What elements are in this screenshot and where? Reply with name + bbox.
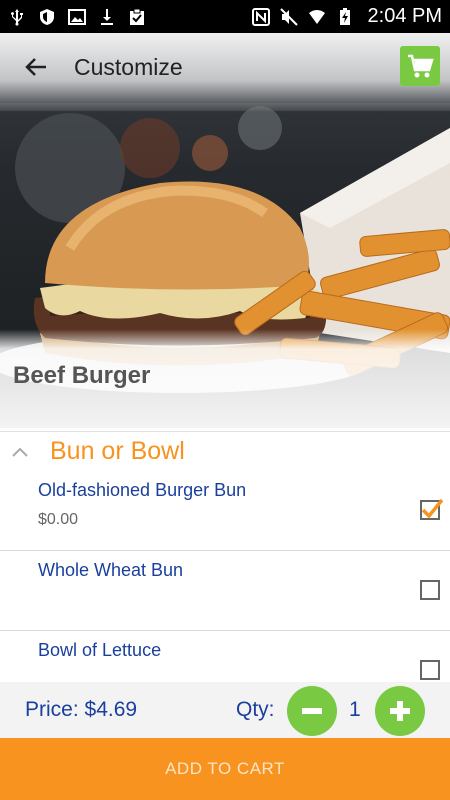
checkmark-icon — [421, 498, 444, 519]
qty-label: Qty: — [236, 698, 275, 721]
price-label: Price: $4.69 — [25, 698, 138, 721]
cart-button[interactable] — [400, 46, 440, 86]
battery-charging-icon — [339, 7, 350, 25]
status-bar: 2:04 PM — [0, 0, 450, 33]
option-checkbox[interactable] — [420, 660, 440, 680]
status-time: 2:04 PM — [367, 5, 442, 27]
wifi-icon — [308, 9, 325, 24]
plus-icon — [390, 701, 410, 721]
options-list: Old-fashioned Burger Bun $0.00 Whole Whe… — [0, 471, 450, 711]
list-item[interactable]: Old-fashioned Burger Bun $0.00 — [0, 471, 450, 551]
product-name: Beef Burger — [13, 362, 151, 389]
mute-icon — [279, 7, 298, 26]
section-title: Bun or Bowl — [50, 437, 185, 465]
option-name: Whole Wheat Bun — [38, 560, 184, 580]
chevron-up-icon — [12, 447, 28, 457]
increase-quantity-button[interactable] — [375, 686, 425, 736]
image-icon — [68, 8, 86, 25]
clipboard-check-icon — [130, 8, 144, 25]
shield-icon — [40, 8, 54, 25]
price-bar: Price: $4.69 Qty: 1 — [0, 682, 450, 738]
nfc-icon — [251, 7, 270, 26]
app-bar: Customize — [0, 33, 450, 101]
collapse-button[interactable] — [0, 432, 40, 472]
quantity-value: 1 — [349, 698, 361, 721]
back-button[interactable] — [20, 51, 52, 83]
usb-icon — [11, 8, 23, 26]
add-to-cart-button[interactable]: ADD TO CART — [0, 738, 450, 800]
page-title: Customize — [74, 53, 183, 80]
option-checkbox[interactable] — [420, 498, 444, 520]
section-header[interactable]: Bun or Bowl — [0, 431, 450, 471]
shopping-cart-icon — [408, 54, 434, 78]
option-name: Bowl of Lettuce — [38, 640, 162, 660]
arrow-left-icon — [25, 58, 46, 76]
minus-icon — [302, 708, 322, 714]
list-item[interactable]: Whole Wheat Bun — [0, 551, 450, 631]
option-price: $0.00 — [38, 511, 79, 528]
decrease-quantity-button[interactable] — [287, 686, 337, 736]
download-icon — [101, 8, 113, 25]
option-name: Old-fashioned Burger Bun — [38, 480, 247, 500]
option-checkbox[interactable] — [420, 580, 440, 600]
